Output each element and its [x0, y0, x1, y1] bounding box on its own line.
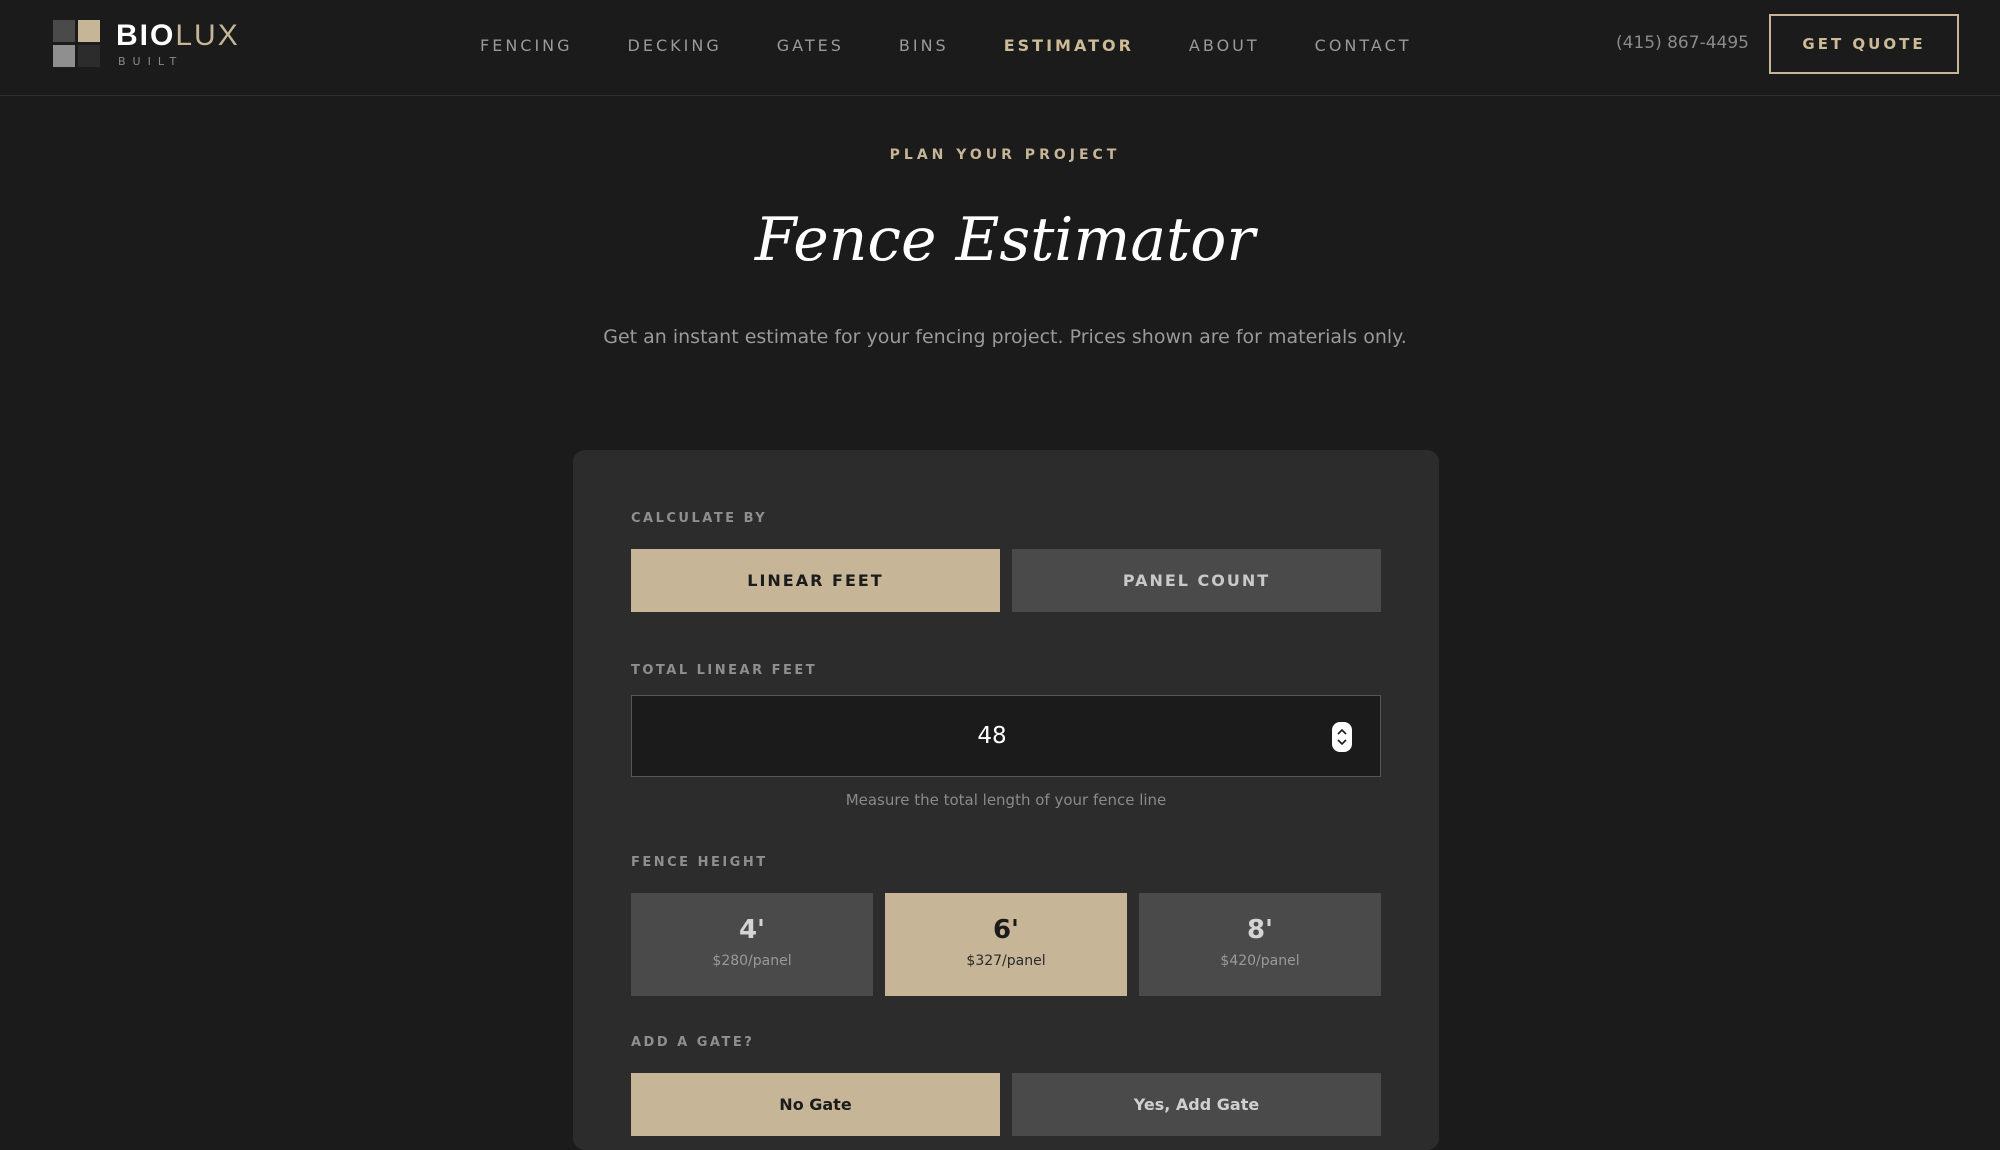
nav-item-contact[interactable]: CONTACT: [1315, 36, 1412, 55]
nav-item-bins[interactable]: BINS: [899, 36, 949, 55]
stepper-arrows-icon: [1337, 728, 1347, 746]
logo-mark-icon: [53, 20, 101, 68]
logo-tagline: BUILT: [118, 54, 184, 68]
fence-height-label: FENCE HEIGHT: [631, 855, 768, 870]
height-option-4ft[interactable]: 4' $280/panel: [631, 893, 873, 996]
logo[interactable]: BIOLUX BUILT: [53, 20, 240, 68]
add-gate-label: ADD A GATE?: [631, 1035, 755, 1050]
panel-count-toggle[interactable]: PANEL COUNT: [1012, 549, 1381, 612]
number-stepper[interactable]: [1332, 722, 1352, 752]
phone-link[interactable]: (415) 867-4495: [1616, 33, 1749, 53]
main-nav: FENCING DECKING GATES BINS ESTIMATOR ABO…: [480, 33, 1467, 57]
logo-wordmark: BIOLUX: [116, 18, 240, 52]
height-price: $280/panel: [712, 953, 792, 969]
height-price: $420/panel: [1220, 953, 1300, 969]
nav-item-gates[interactable]: GATES: [777, 36, 844, 55]
estimator-card: CALCULATE BY LINEAR FEET PANEL COUNT TOT…: [573, 450, 1439, 1150]
add-gate-button[interactable]: Yes, Add Gate: [1012, 1073, 1381, 1136]
height-value: 8': [1246, 915, 1274, 945]
site-header: BIOLUX BUILT FENCING DECKING GATES BINS …: [0, 0, 2000, 96]
height-value: 4': [738, 915, 766, 945]
height-option-8ft[interactable]: 8' $420/panel: [1139, 893, 1381, 996]
no-gate-button[interactable]: No Gate: [631, 1073, 1000, 1136]
nav-item-about[interactable]: ABOUT: [1189, 36, 1260, 55]
height-value: 6': [992, 915, 1020, 945]
linear-feet-helper: Measure the total length of your fence l…: [845, 791, 1167, 809]
eyebrow-text: PLAN YOUR PROJECT: [889, 147, 1121, 163]
page-subtitle: Get an instant estimate for your fencing…: [603, 326, 1407, 348]
linear-feet-value: 48: [977, 723, 1007, 749]
linear-feet-input[interactable]: 48: [631, 695, 1381, 777]
nav-item-decking[interactable]: DECKING: [628, 36, 722, 55]
linear-feet-label: TOTAL LINEAR FEET: [631, 663, 818, 678]
nav-item-fencing[interactable]: FENCING: [480, 36, 573, 55]
page-title: Fence Estimator: [754, 205, 1256, 275]
linear-feet-toggle[interactable]: LINEAR FEET: [631, 549, 1000, 612]
height-price: $327/panel: [966, 953, 1046, 969]
calculate-by-label: CALCULATE BY: [631, 511, 768, 526]
height-option-6ft[interactable]: 6' $327/panel: [885, 893, 1127, 996]
get-quote-button[interactable]: GET QUOTE: [1769, 14, 1959, 74]
nav-item-estimator[interactable]: ESTIMATOR: [1004, 36, 1134, 55]
